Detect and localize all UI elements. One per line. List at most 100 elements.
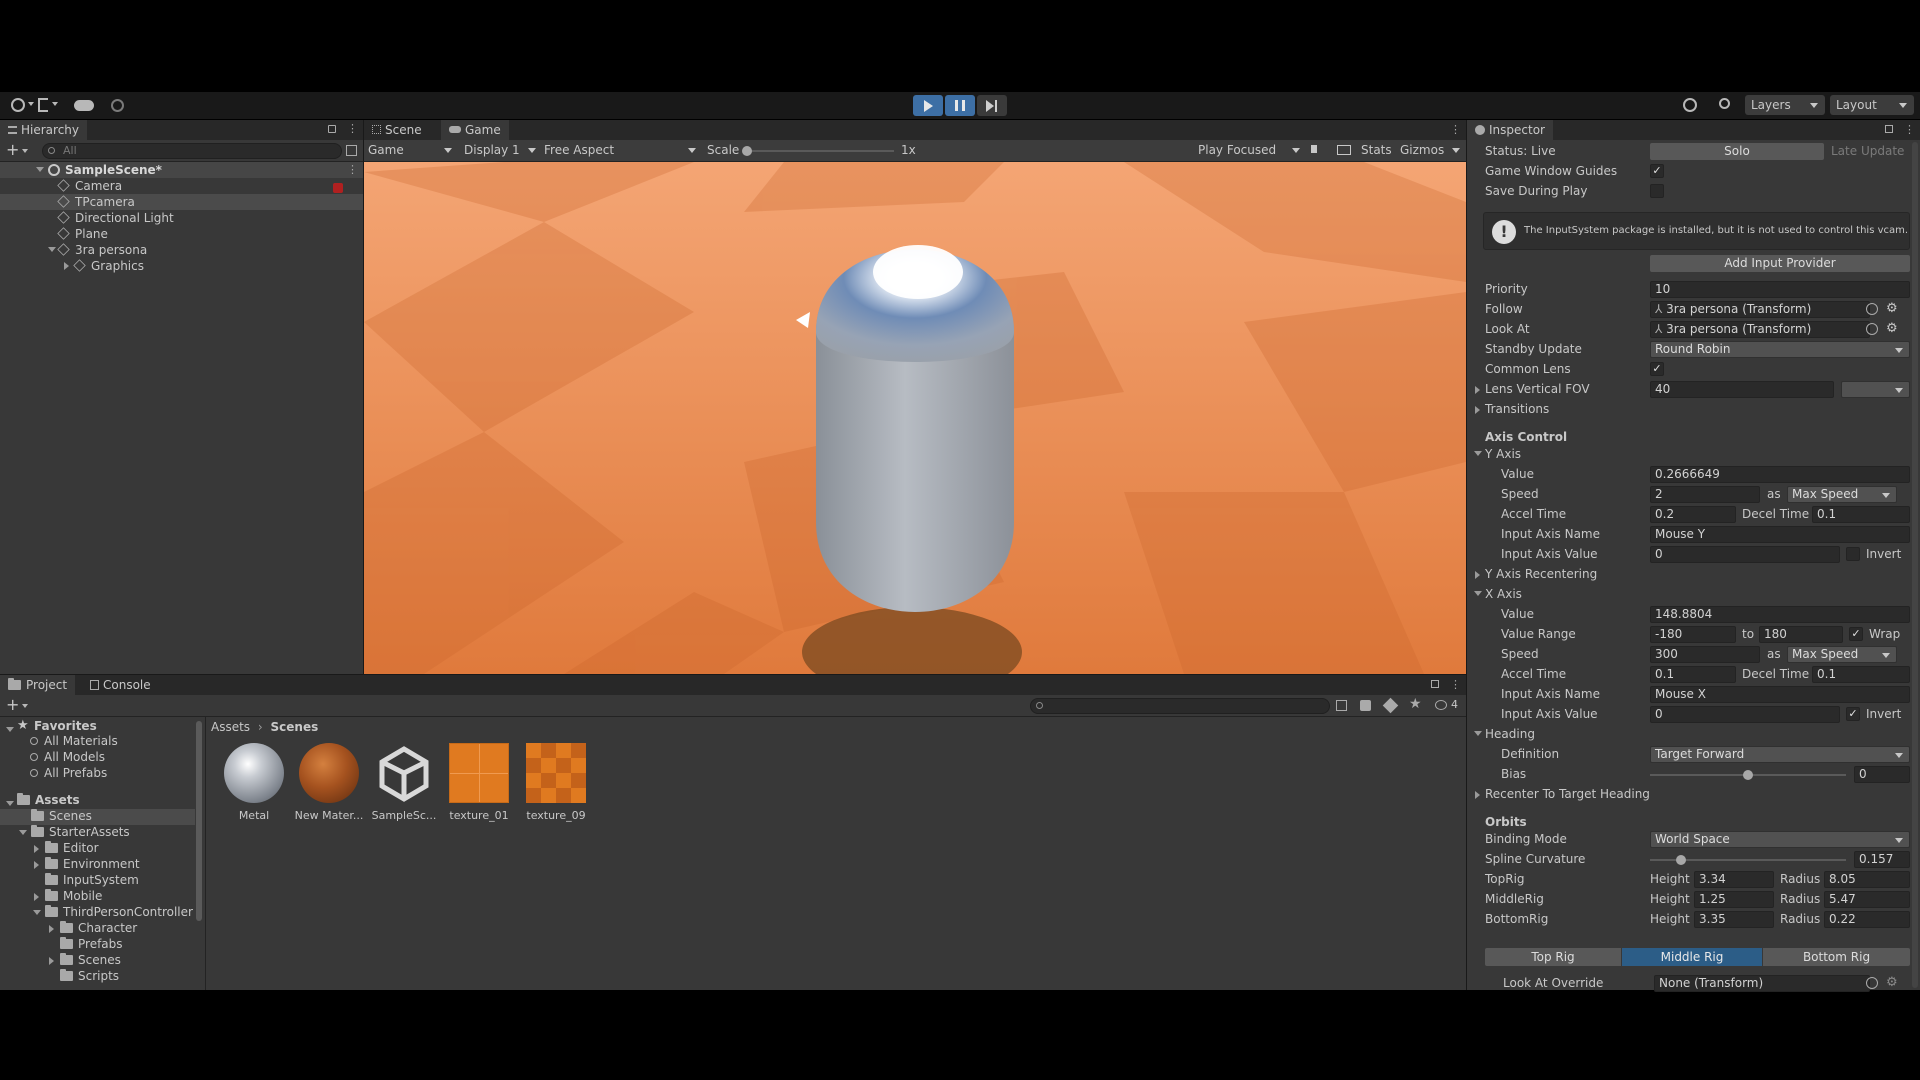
- add-input-provider-button[interactable]: Add Input Provider: [1650, 255, 1910, 272]
- fold-toggle-icon[interactable]: [1474, 451, 1482, 456]
- gear-icon[interactable]: ⚙: [1886, 301, 1898, 316]
- bottom-rig-radius-field[interactable]: 0.22: [1824, 911, 1910, 928]
- priority-field[interactable]: 10: [1650, 281, 1910, 298]
- save-during-play-checkbox[interactable]: [1650, 184, 1664, 198]
- look-at-override-field[interactable]: None (Transform): [1654, 975, 1870, 992]
- binding-mode-dropdown[interactable]: World Space: [1650, 831, 1910, 848]
- inspector-scrollbar[interactable]: [1912, 142, 1918, 988]
- x-axis-input-value-field[interactable]: 0: [1650, 706, 1840, 723]
- slider-thumb[interactable]: [1675, 855, 1686, 865]
- search-icon[interactable]: [1719, 98, 1730, 109]
- speaker-icon[interactable]: [1311, 145, 1317, 153]
- list-item[interactable]: Assets: [17, 793, 80, 809]
- tab-inspector[interactable]: Inspector: [1467, 120, 1553, 140]
- create-dropdown-icon[interactable]: [22, 704, 28, 708]
- step-button[interactable]: [977, 95, 1007, 116]
- create-dropdown-icon[interactable]: [22, 149, 28, 153]
- breadcrumb-item[interactable]: Assets: [211, 720, 250, 734]
- game-render-view[interactable]: [364, 162, 1466, 674]
- tab-hierarchy[interactable]: Hierarchy: [0, 120, 88, 140]
- account-dropdown-icon[interactable]: [28, 102, 34, 106]
- y-axis-decel-field[interactable]: 0.1: [1812, 506, 1910, 523]
- slider-thumb[interactable]: [1743, 770, 1753, 780]
- scale-slider[interactable]: [742, 146, 894, 156]
- top-rig-height-field[interactable]: 3.34: [1694, 871, 1774, 888]
- y-axis-speed-mode-dropdown[interactable]: Max Speed: [1787, 486, 1897, 503]
- tag-icon[interactable]: [1382, 697, 1399, 714]
- more-icon[interactable]: ⋮: [1450, 678, 1461, 691]
- game-view-dropdown[interactable]: Game: [368, 142, 456, 159]
- keyboard-icon[interactable]: [1337, 145, 1351, 155]
- look-at-object-field[interactable]: ⅄ 3ra persona (Transform): [1650, 321, 1870, 338]
- lock-icon[interactable]: [1885, 125, 1893, 133]
- play-button[interactable]: [913, 95, 943, 116]
- gizmos-dropdown[interactable]: Gizmos: [1400, 142, 1462, 159]
- lens-fov-field[interactable]: 40: [1650, 381, 1834, 398]
- tab-project[interactable]: Project: [0, 675, 76, 695]
- y-axis-value-field[interactable]: 0.2666649: [1650, 466, 1910, 483]
- more-icon[interactable]: ⋮: [347, 123, 358, 135]
- y-axis-accel-field[interactable]: 0.2: [1650, 506, 1736, 523]
- stats-button[interactable]: Stats: [1361, 143, 1392, 157]
- fold-toggle-icon[interactable]: [1475, 791, 1480, 799]
- tab-console[interactable]: Console: [82, 675, 159, 695]
- lens-preset-dropdown[interactable]: [1841, 381, 1910, 398]
- y-axis-input-value-field[interactable]: 0: [1650, 546, 1840, 563]
- bias-slider[interactable]: [1650, 770, 1846, 780]
- list-item[interactable]: Scripts: [60, 969, 119, 985]
- x-axis-speed-field[interactable]: 300: [1650, 646, 1760, 663]
- fold-toggle-icon[interactable]: [64, 262, 69, 270]
- fold-toggle-icon[interactable]: [1474, 591, 1482, 596]
- tab-scene[interactable]: Scene: [364, 120, 430, 140]
- pause-button[interactable]: [945, 95, 975, 116]
- middle-rig-height-field[interactable]: 1.25: [1694, 891, 1774, 908]
- account-icon[interactable]: [11, 98, 25, 112]
- fold-toggle-icon[interactable]: [1475, 406, 1480, 414]
- scene-search-icon[interactable]: [346, 145, 357, 156]
- game-window-guides-checkbox[interactable]: ✓: [1650, 164, 1664, 178]
- layers-dropdown[interactable]: Layers: [1745, 95, 1825, 115]
- fold-toggle-icon[interactable]: [34, 861, 39, 869]
- asset-item[interactable]: New Mater...: [292, 743, 366, 822]
- x-axis-wrap-checkbox[interactable]: ✓: [1849, 627, 1863, 641]
- middle-rig-radius-field[interactable]: 5.47: [1824, 891, 1910, 908]
- lock-icon[interactable]: [1431, 680, 1439, 688]
- list-item[interactable]: 3ra persona: [57, 242, 388, 258]
- list-item[interactable]: Plane: [57, 226, 388, 242]
- bias-field[interactable]: 0: [1854, 766, 1910, 783]
- x-axis-invert-checkbox[interactable]: ✓: [1846, 707, 1860, 721]
- fold-toggle-icon[interactable]: [33, 910, 41, 915]
- list-item[interactable]: Scenes: [60, 953, 121, 969]
- aspect-dropdown[interactable]: Free Aspect: [544, 142, 698, 159]
- cloud-icon[interactable]: [74, 100, 94, 111]
- list-item[interactable]: Graphics: [73, 258, 404, 274]
- tree-row-selected[interactable]: [0, 809, 195, 825]
- standby-update-dropdown[interactable]: Round Robin: [1650, 341, 1910, 358]
- list-item[interactable]: ThirdPersonController: [45, 905, 193, 921]
- solo-button[interactable]: Solo: [1650, 143, 1824, 160]
- x-axis-decel-field[interactable]: 0.1: [1812, 666, 1910, 683]
- x-axis-speed-mode-dropdown[interactable]: Max Speed: [1787, 646, 1897, 663]
- x-axis-value-field[interactable]: 148.8804: [1650, 606, 1910, 623]
- x-axis-range-min-field[interactable]: -180: [1650, 626, 1736, 643]
- project-search-input[interactable]: [1030, 698, 1330, 714]
- tab-middle-rig[interactable]: Middle Rig: [1622, 948, 1762, 966]
- list-item[interactable]: All Materials: [30, 734, 118, 750]
- services-icon[interactable]: [111, 99, 124, 112]
- tab-game[interactable]: Game: [441, 120, 509, 140]
- list-item[interactable]: Scenes: [31, 809, 92, 825]
- breadcrumb-item[interactable]: Scenes: [271, 720, 319, 734]
- object-picker-icon[interactable]: [1866, 977, 1878, 989]
- common-lens-checkbox[interactable]: ✓: [1650, 362, 1664, 376]
- list-item[interactable]: StarterAssets: [31, 825, 130, 841]
- list-item[interactable]: Prefabs: [60, 937, 123, 953]
- slider-thumb[interactable]: [742, 146, 752, 156]
- more-icon[interactable]: ⋮: [347, 163, 358, 176]
- history-icon[interactable]: [1683, 98, 1697, 112]
- spline-curvature-slider[interactable]: [1650, 855, 1846, 865]
- gear-icon[interactable]: ⚙: [1886, 975, 1898, 990]
- list-item[interactable]: Editor: [45, 841, 99, 857]
- tab-bottom-rig[interactable]: Bottom Rig: [1763, 948, 1910, 966]
- x-axis-range-max-field[interactable]: 180: [1759, 626, 1843, 643]
- asset-item[interactable]: Metal: [217, 743, 291, 822]
